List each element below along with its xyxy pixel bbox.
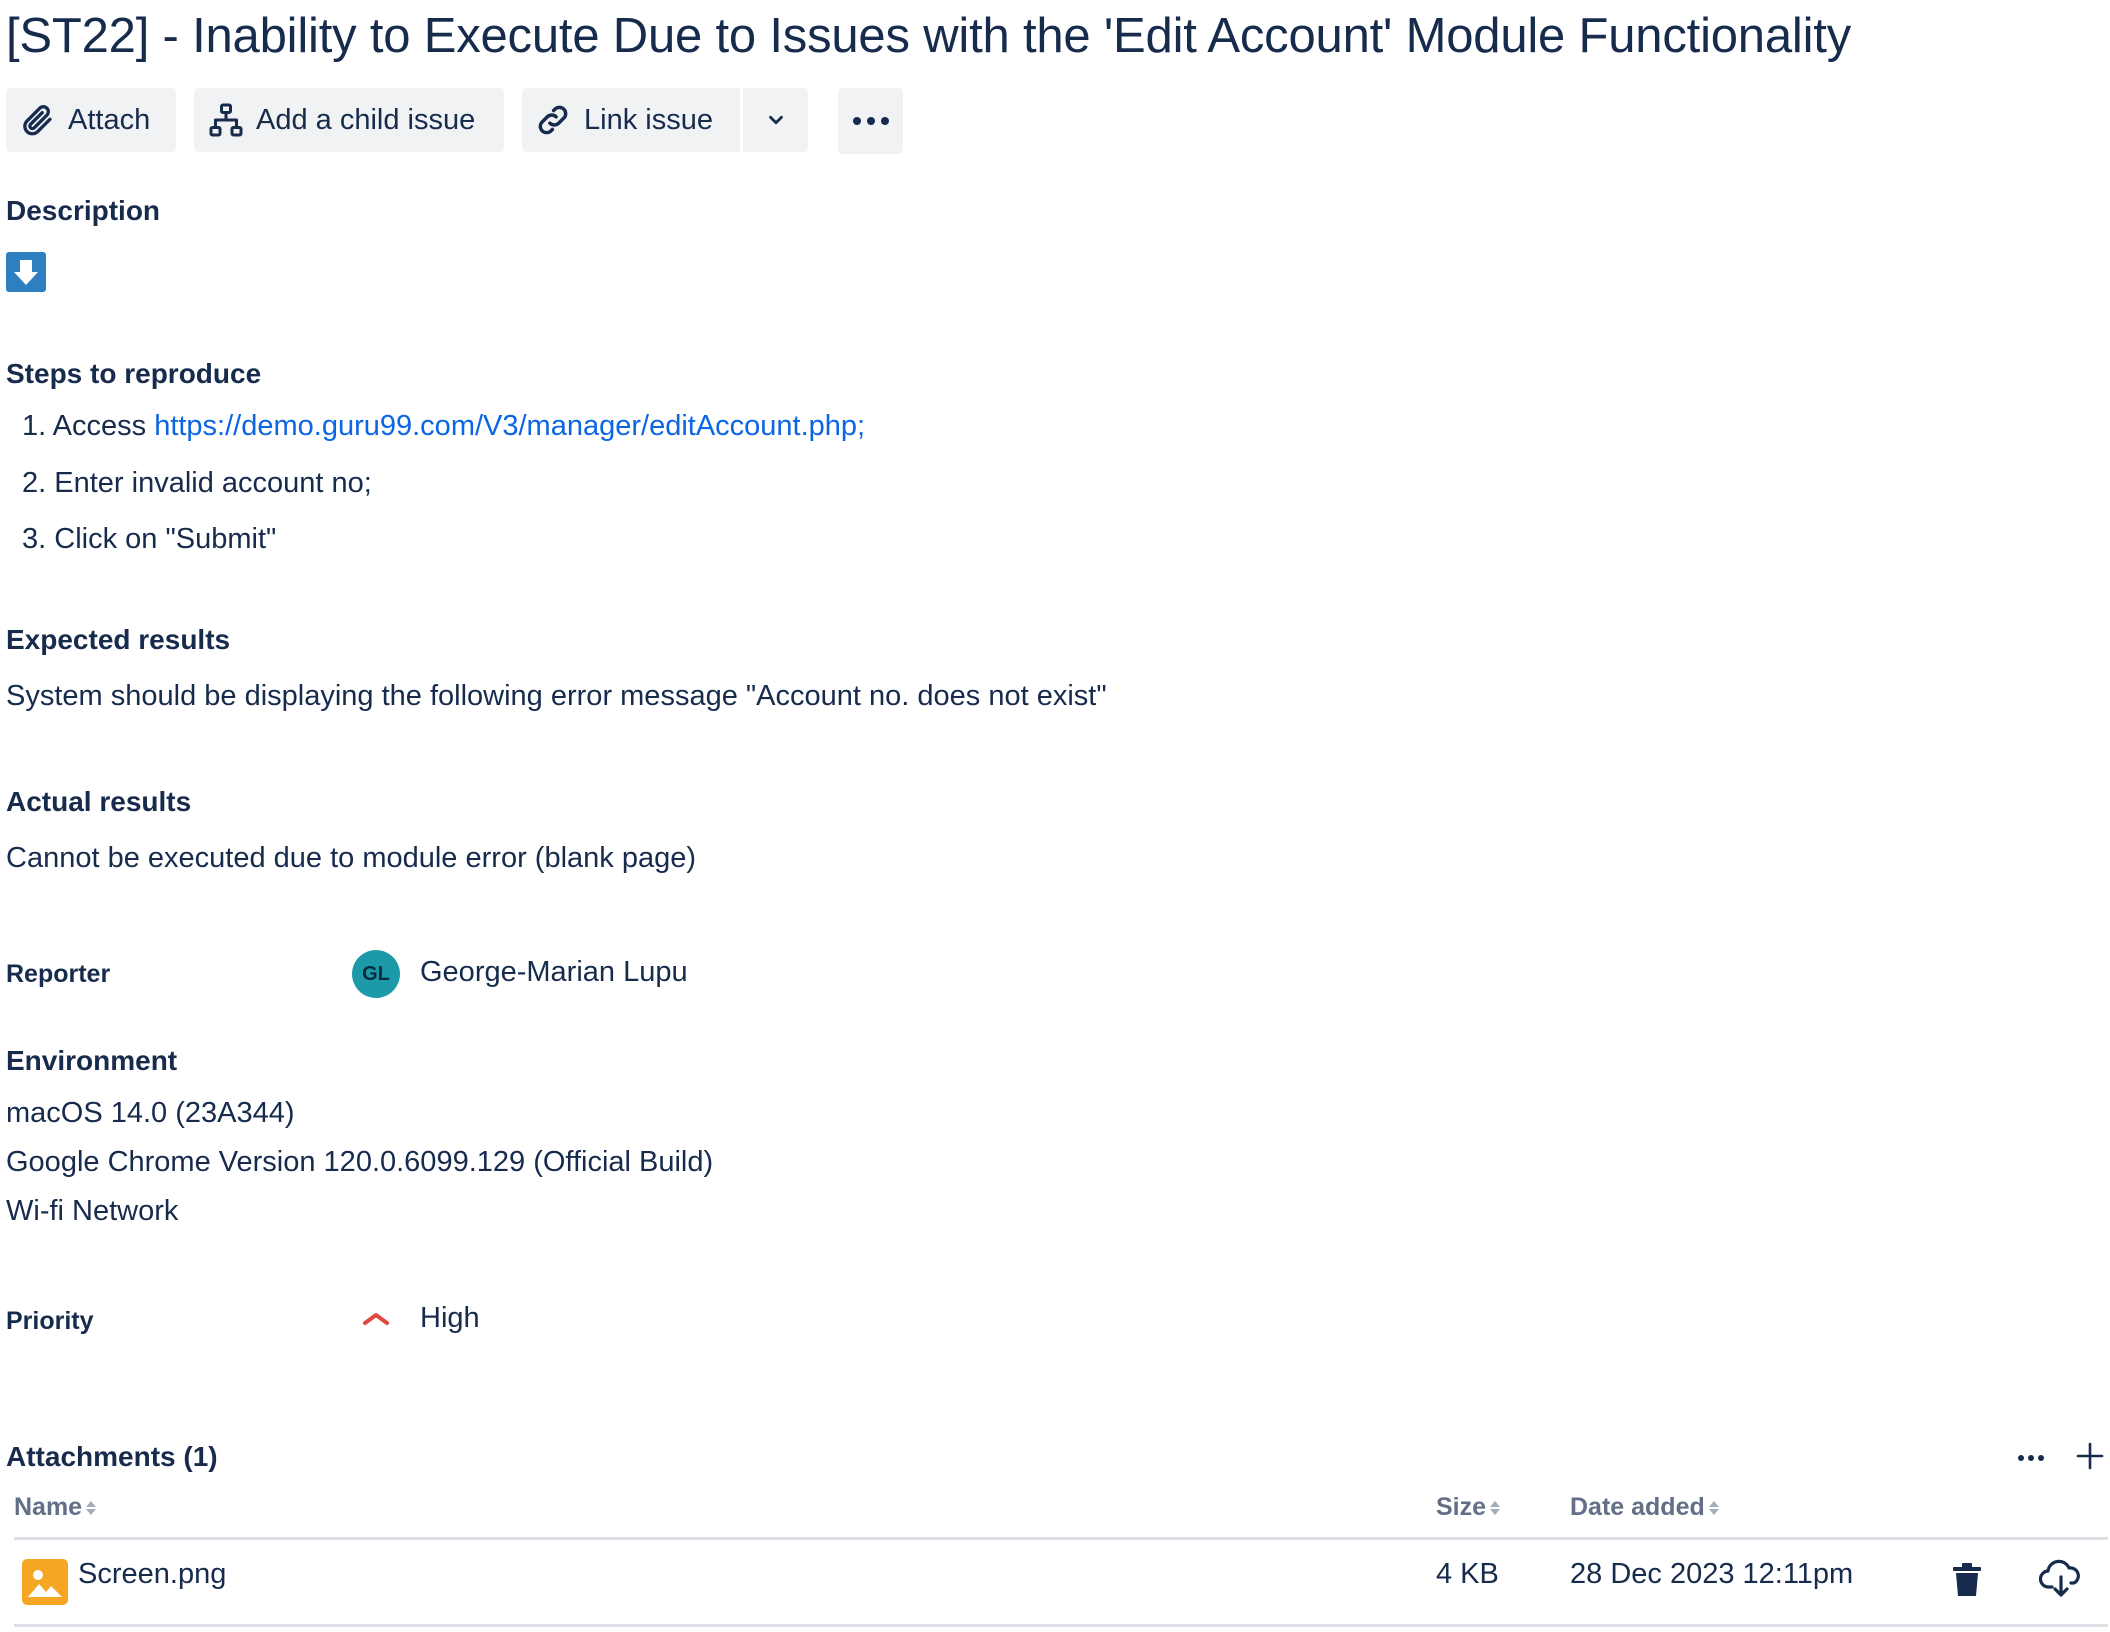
column-header-date[interactable]: Date added [1570, 1493, 1719, 1522]
environment-line: macOS 14.0 (23A344) [6, 1097, 295, 1129]
add-attachment-button[interactable] [2070, 1438, 2110, 1478]
actual-results-text: Cannot be executed due to module error (… [6, 842, 696, 874]
attachments-more-button[interactable] [2010, 1440, 2052, 1476]
image-file-icon [22, 1559, 68, 1605]
list-item: 1. Access https://demo.guru99.com/V3/man… [22, 410, 865, 443]
sort-icon [1490, 1500, 1501, 1515]
attachment-date: 28 Dec 2023 12:11pm [1570, 1558, 1854, 1590]
column-header-name[interactable]: Name [14, 1493, 97, 1522]
column-header-size[interactable]: Size [1436, 1493, 1501, 1522]
expected-results-heading: Expected results [6, 624, 231, 655]
reporter-label: Reporter [6, 960, 111, 988]
attachments-heading: Attachments (1) [6, 1441, 218, 1472]
step-number: 2. [22, 467, 47, 499]
link-issue-dropdown-button[interactable] [743, 88, 808, 152]
priority-label: Priority [6, 1307, 94, 1335]
attach-label: Attach [68, 103, 151, 136]
chevron-down-icon [765, 109, 787, 131]
more-horizontal-icon [2017, 1449, 2045, 1467]
edit-account-link[interactable]: https://demo.guru99.com/V3/manager/editA… [154, 410, 865, 442]
down-arrow-icon [6, 252, 46, 292]
link-issue-label: Link issue [584, 103, 713, 136]
attachment-size: 4 KB [1436, 1558, 1499, 1590]
steps-heading: Steps to reproduce [6, 358, 262, 389]
priority-high-icon [360, 1308, 392, 1333]
link-icon [534, 101, 572, 139]
table-row-divider [14, 1624, 2108, 1627]
download-attachment-button[interactable] [2036, 1558, 2086, 1604]
paperclip-icon [20, 102, 56, 138]
environment-heading: Environment [6, 1045, 178, 1076]
step-text: Enter invalid account no; [54, 467, 372, 499]
delete-attachment-button[interactable] [1945, 1560, 1989, 1604]
expected-results-text: System should be displaying the followin… [6, 680, 1107, 712]
link-issue-button[interactable]: Link issue [522, 88, 740, 152]
environment-line: Wi-fi Network [6, 1195, 179, 1227]
column-header-label: Size [1436, 1493, 1487, 1521]
step-text: Access [52, 410, 155, 442]
child-issue-label: Add a child issue [256, 103, 476, 136]
sort-icon [1708, 1500, 1719, 1515]
step-text: Click on "Submit" [54, 523, 277, 555]
priority-value[interactable]: High [420, 1302, 480, 1335]
list-item: 2. Enter invalid account no; [22, 467, 372, 500]
column-header-label: Name [14, 1493, 83, 1521]
column-header-label: Date added [1570, 1493, 1705, 1521]
list-item: 3. Click on "Submit" [22, 523, 276, 556]
avatar[interactable]: GL [352, 950, 400, 998]
trash-icon [1951, 1562, 1983, 1603]
attach-button[interactable]: Attach [6, 88, 176, 152]
add-child-issue-button[interactable]: Add a child issue [194, 88, 504, 152]
attachment-name[interactable]: Screen.png [78, 1558, 226, 1591]
reporter-name[interactable]: George-Marian Lupu [420, 956, 688, 989]
child-issue-icon [208, 102, 244, 138]
step-number: 1. [22, 410, 47, 442]
description-heading: Description [6, 195, 161, 226]
page-title: [ST22] - Inability to Execute Due to Iss… [6, 9, 1851, 63]
step-number: 3. [22, 523, 47, 555]
plus-icon [2075, 1441, 2105, 1476]
more-actions-button[interactable] [838, 88, 903, 154]
sort-icon [86, 1500, 97, 1515]
environment-line: Google Chrome Version 120.0.6099.129 (Of… [6, 1146, 714, 1178]
cloud-download-icon [2038, 1559, 2083, 1604]
more-horizontal-icon [851, 115, 891, 127]
actual-results-heading: Actual results [6, 786, 192, 817]
